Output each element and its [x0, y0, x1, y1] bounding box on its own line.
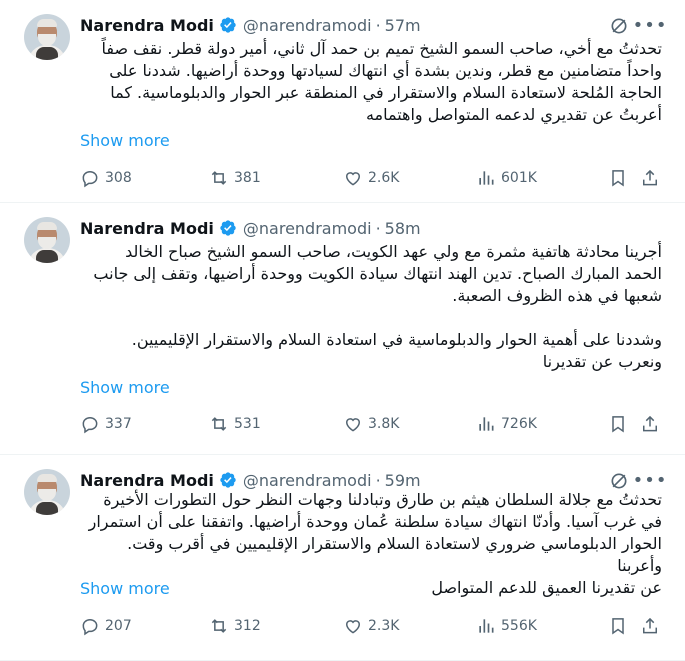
- author-name[interactable]: Narendra Modi: [80, 219, 214, 238]
- retweet-button[interactable]: 312: [209, 614, 261, 638]
- retweet-icon: [211, 619, 227, 633]
- reply-button[interactable]: 308: [80, 166, 132, 190]
- timestamp[interactable]: 59m: [385, 471, 421, 490]
- author-handle[interactable]: @narendramodi: [243, 16, 372, 35]
- like-count: 2.6K: [368, 170, 400, 186]
- tweet-actions: 207 312 2.3K 556K: [80, 614, 662, 638]
- tweet[interactable]: Narendra Modi @narendramodi · 57m ••• تح…: [0, 0, 685, 203]
- reply-icon: [82, 170, 98, 188]
- tweet-header: Narendra Modi @narendramodi · 57m: [80, 14, 421, 36]
- author-name[interactable]: Narendra Modi: [80, 16, 214, 35]
- retweet-count: 531: [234, 416, 261, 432]
- like-button[interactable]: 2.6K: [343, 166, 399, 190]
- tweet-actions: 308 381 2.6K 601K: [80, 166, 662, 190]
- retweet-button[interactable]: 531: [209, 412, 261, 436]
- show-more-link[interactable]: Show more: [80, 377, 170, 399]
- views-button[interactable]: 556K: [476, 614, 537, 638]
- more-icon[interactable]: •••: [633, 15, 667, 37]
- like-icon: [345, 418, 361, 432]
- tweet-header: Narendra Modi @narendramodi · 59m: [80, 469, 421, 491]
- views-button[interactable]: 601K: [476, 166, 537, 190]
- reply-icon: [82, 618, 98, 636]
- reply-count: 308: [105, 170, 132, 186]
- bookmark-button[interactable]: [608, 412, 628, 436]
- show-more-link[interactable]: Show more: [80, 578, 170, 600]
- share-icon: [643, 415, 657, 432]
- tweet-actions: 337 531 3.8K 726K: [80, 412, 662, 436]
- bookmark-icon: [612, 170, 624, 187]
- like-button[interactable]: 2.3K: [343, 614, 399, 638]
- separator: ·: [375, 218, 381, 238]
- grok-icon[interactable]: [609, 471, 629, 491]
- retweet-icon: [211, 171, 227, 185]
- views-button[interactable]: 726K: [476, 412, 537, 436]
- grok-icon[interactable]: [609, 16, 629, 36]
- tweet[interactable]: Narendra Modi @narendramodi · 59m ••• تح…: [0, 455, 685, 661]
- bookmark-button[interactable]: [608, 166, 628, 190]
- show-more-link[interactable]: Show more: [80, 130, 170, 152]
- share-button[interactable]: [640, 412, 660, 436]
- view-count: 601K: [501, 170, 537, 186]
- avatar[interactable]: [24, 217, 70, 263]
- tweet-text: تحدثتُ مع أخي، صاحب السمو الشيخ تميم بن …: [101, 39, 662, 124]
- share-icon: [643, 169, 657, 186]
- author-handle[interactable]: @narendramodi: [243, 219, 372, 238]
- view-count: 556K: [501, 618, 537, 634]
- author-handle[interactable]: @narendramodi: [243, 471, 372, 490]
- separator: ·: [375, 470, 381, 490]
- tweet[interactable]: Narendra Modi @narendramodi · 58m أجرينا…: [0, 203, 685, 455]
- share-button[interactable]: [640, 166, 660, 190]
- like-count: 2.3K: [368, 618, 400, 634]
- author-name[interactable]: Narendra Modi: [80, 471, 214, 490]
- bookmark-icon: [612, 618, 624, 635]
- reply-count: 337: [105, 416, 132, 432]
- timestamp[interactable]: 57m: [385, 16, 421, 35]
- reply-count: 207: [105, 618, 132, 634]
- retweet-count: 381: [234, 170, 261, 186]
- verified-badge-icon: [220, 17, 236, 33]
- reply-button[interactable]: 337: [80, 412, 132, 436]
- separator: ·: [375, 15, 381, 35]
- view-count: 726K: [501, 416, 537, 432]
- timestamp[interactable]: 58m: [385, 219, 421, 238]
- retweet-count: 312: [234, 618, 261, 634]
- tweet-header: Narendra Modi @narendramodi · 58m: [80, 217, 421, 239]
- tweet-text: أجرينا محادثة هاتفية مثمرة مع ولي عهد ال…: [93, 242, 662, 371]
- like-icon: [345, 172, 361, 186]
- timeline-feed: Narendra Modi @narendramodi · 57m ••• تح…: [0, 0, 685, 661]
- like-button[interactable]: 3.8K: [343, 412, 399, 436]
- retweet-icon: [211, 417, 227, 431]
- views-icon: [479, 171, 494, 185]
- views-icon: [479, 619, 494, 633]
- bookmark-button[interactable]: [608, 614, 628, 638]
- verified-badge-icon: [220, 220, 236, 236]
- views-icon: [479, 417, 494, 431]
- avatar[interactable]: [24, 14, 70, 60]
- share-icon: [643, 617, 657, 634]
- like-count: 3.8K: [368, 416, 400, 432]
- share-button[interactable]: [640, 614, 660, 638]
- reply-icon: [82, 416, 98, 434]
- verified-badge-icon: [220, 472, 236, 488]
- avatar[interactable]: [24, 469, 70, 515]
- bookmark-icon: [612, 416, 624, 433]
- reply-button[interactable]: 207: [80, 614, 132, 638]
- like-icon: [345, 620, 361, 634]
- retweet-button[interactable]: 381: [209, 166, 261, 190]
